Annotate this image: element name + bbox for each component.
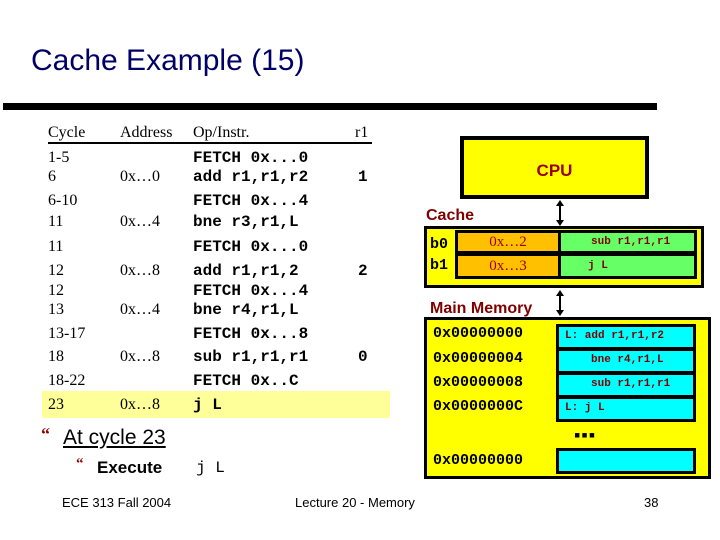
cell-cycle: 1-5: [48, 149, 70, 166]
cell-op: FETCH 0x...8: [193, 325, 309, 343]
footer-course: ECE 313 Fall 2004: [62, 495, 172, 510]
cell-op: FETCH 0x...4: [193, 282, 309, 300]
bullet-level2-code: j L: [196, 459, 225, 477]
bullet-icon: “: [76, 456, 84, 472]
header-r1: r1: [355, 124, 369, 141]
cell-cycle: 18-22: [48, 372, 86, 389]
memory-cell: bne r4,r1,L: [556, 348, 696, 374]
cell-r1: 0: [358, 348, 368, 366]
footer-lecture: Lecture 20 - Memory: [295, 495, 415, 510]
memory-cell-value: sub r1,r1,r1: [591, 378, 671, 390]
memory-address: 0x0000000C: [433, 398, 524, 415]
cache-data-value: sub r1,r1,r1: [591, 236, 671, 248]
cell-address: 0x…8: [120, 396, 160, 413]
cell-op: FETCH 0x...0: [193, 149, 309, 167]
cell-op: bne r4,r1,L: [193, 301, 299, 319]
memory-ellipsis: ▪▪▪: [574, 425, 597, 445]
cache-tag-cell: 0x…3: [455, 253, 561, 279]
cache-tag-cell: 0x…2: [455, 230, 561, 254]
cell-op: FETCH 0x..C: [193, 372, 299, 390]
cache-data-cell: j L: [558, 253, 697, 279]
cell-op: add r1,r1,r2: [193, 168, 309, 186]
header-cycle: Cycle: [48, 124, 86, 141]
cell-address: 0x…4: [120, 301, 160, 318]
header-op: Op/Instr.: [193, 124, 250, 141]
cell-address: 0x…0: [120, 168, 160, 185]
bullet-level2-label: Execute: [97, 458, 163, 477]
bullet-icon: “: [41, 424, 50, 444]
slide-title: Cache Example (15): [31, 44, 305, 77]
cell-address: 0x…4: [120, 213, 160, 230]
cell-address: 0x…8: [120, 348, 160, 365]
cell-cycle: 12: [48, 282, 64, 299]
cell-address: 0x…8: [120, 262, 160, 279]
header-address: Address: [120, 124, 173, 141]
memory-address: 0x00000008: [433, 374, 524, 391]
title-divider: [3, 103, 657, 110]
memory-cell: L: add r1,r1,r2: [556, 324, 696, 350]
cell-cycle: 11: [48, 238, 64, 255]
cell-cycle: 6-10: [48, 192, 78, 209]
memory-cell: L: j L: [556, 396, 696, 422]
memory-cell-value: L: add r1,r1,r2: [565, 330, 665, 342]
cell-cycle: 13: [48, 301, 64, 318]
memory-cell: [556, 448, 696, 474]
cell-cycle: 23: [48, 396, 64, 413]
bullet-level1: At cycle 23: [63, 426, 166, 449]
page-number: 38: [644, 495, 659, 510]
cache-label: Cache: [426, 207, 475, 224]
cache-data-value: j L: [588, 260, 608, 272]
cell-cycle: 11: [48, 213, 64, 230]
memory-address: 0x00000000: [433, 452, 524, 469]
main-memory-label: Main Memory: [430, 300, 533, 317]
cache-block-name: b0: [430, 236, 449, 253]
cell-op: add r1,r1,2: [193, 262, 299, 280]
cell-op: FETCH 0x...0: [193, 238, 309, 256]
memory-cell-value: bne r4,r1,L: [591, 354, 664, 366]
memory-address: 0x00000004: [433, 350, 524, 367]
memory-cell-value: L: j L: [565, 402, 605, 414]
memory-address: 0x00000000: [433, 325, 524, 342]
cache-tag-value: 0x…3: [489, 258, 527, 274]
cell-cycle: 18: [48, 348, 64, 365]
cpu-box: CPU: [460, 136, 649, 199]
cell-op: bne r3,r1,L: [193, 213, 299, 231]
cell-op: j L: [193, 396, 222, 414]
cache-tag-value: 0x…2: [489, 234, 527, 250]
arrow-down-icon: [556, 310, 564, 316]
cache-block-name: b1: [430, 257, 449, 274]
cell-op: FETCH 0x...4: [193, 192, 309, 210]
cell-r1: 1: [358, 168, 368, 186]
cell-op: sub r1,r1,r1: [193, 348, 309, 366]
cell-cycle: 6: [48, 168, 56, 185]
cpu-label: CPU: [536, 161, 573, 180]
header-underline: [48, 142, 372, 144]
cache-data-cell: sub r1,r1,r1: [558, 230, 697, 254]
cell-cycle: 12: [48, 262, 64, 279]
cell-r1: 2: [358, 262, 368, 280]
memory-cell: sub r1,r1,r1: [556, 372, 696, 398]
cell-cycle: 13-17: [48, 325, 86, 342]
